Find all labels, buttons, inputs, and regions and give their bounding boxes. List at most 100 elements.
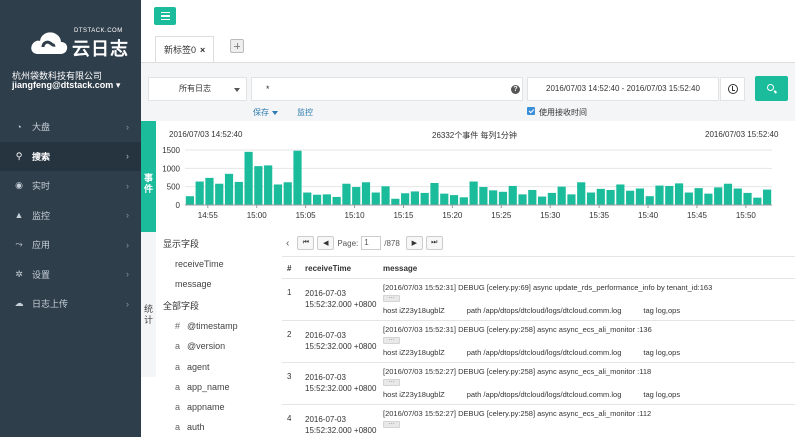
- save-dropdown[interactable]: 保存: [253, 107, 278, 118]
- receive-time-checkbox[interactable]: [527, 107, 535, 115]
- next-page-button[interactable]: ▶: [405, 236, 423, 250]
- bar[interactable]: [361, 182, 371, 205]
- bar[interactable]: [489, 190, 498, 205]
- bar[interactable]: [577, 182, 586, 205]
- bar[interactable]: [401, 193, 410, 205]
- bar[interactable]: [626, 190, 635, 205]
- bar[interactable]: [567, 194, 576, 205]
- bar[interactable]: [498, 191, 508, 205]
- sidebar-item[interactable]: ◔ 大盘 ›: [0, 112, 141, 142]
- bar[interactable]: [763, 189, 772, 205]
- bar[interactable]: [714, 187, 723, 205]
- search-button[interactable]: [755, 76, 788, 101]
- field-item[interactable]: a agent: [175, 362, 210, 372]
- bar[interactable]: [469, 181, 478, 205]
- bar[interactable]: [518, 194, 527, 205]
- stats-tab[interactable]: 统计: [141, 232, 156, 377]
- logo[interactable]: DTSTACK.COM 云日志: [30, 28, 130, 60]
- bar[interactable]: [733, 188, 742, 206]
- shown-field-item[interactable]: message: [175, 279, 212, 289]
- expand-button[interactable]: ···: [383, 295, 400, 302]
- bar[interactable]: [283, 182, 292, 205]
- bar[interactable]: [449, 195, 459, 205]
- bar[interactable]: [743, 192, 752, 205]
- account-menu[interactable]: jiangfeng@dtstack.com ▾: [12, 80, 120, 91]
- bar[interactable]: [479, 187, 488, 205]
- bar[interactable]: [224, 173, 234, 205]
- bar[interactable]: [254, 166, 263, 205]
- events-tab[interactable]: 事件: [141, 121, 156, 232]
- bar[interactable]: [704, 193, 713, 205]
- bar[interactable]: [753, 197, 762, 205]
- bar[interactable]: [391, 198, 400, 205]
- bar[interactable]: [674, 183, 684, 205]
- bar[interactable]: [322, 194, 331, 205]
- bar[interactable]: [547, 192, 556, 205]
- events-histogram[interactable]: 0 500 1000 1500 14:55 15:00 15:05 15:10 15:15 15:…: [156, 140, 780, 228]
- last-page-button[interactable]: ⏭: [425, 236, 443, 250]
- bar[interactable]: [420, 192, 429, 205]
- bar[interactable]: [205, 177, 214, 205]
- bar[interactable]: [440, 193, 449, 205]
- col-header-message[interactable]: message: [383, 264, 417, 273]
- bar[interactable]: [312, 194, 322, 205]
- table-row[interactable]: 4 2016-07-03 15:52:32.000 +0800 [2016/07/…: [282, 405, 795, 437]
- bar[interactable]: [430, 183, 439, 205]
- expand-button[interactable]: ···: [383, 379, 400, 386]
- bar[interactable]: [694, 188, 703, 205]
- bar[interactable]: [234, 181, 243, 205]
- time-range-picker[interactable]: 2016/07/03 14:52:40 - 2016/07/03 15:52:4…: [527, 77, 719, 101]
- prev-page-button[interactable]: ◀: [317, 236, 335, 250]
- sidebar-item[interactable]: ⤳ 应用 ›: [0, 230, 141, 260]
- add-tab-button[interactable]: [230, 39, 244, 53]
- time-picker-button[interactable]: [720, 77, 745, 101]
- table-row[interactable]: 1 2016-07-03 15:52:32.000 +0800 [2016/07/…: [282, 279, 795, 321]
- sidebar-item[interactable]: ◉ 实时 ›: [0, 171, 141, 201]
- bar[interactable]: [410, 191, 419, 205]
- bar[interactable]: [528, 189, 537, 205]
- bar[interactable]: [645, 196, 654, 205]
- bar[interactable]: [381, 186, 390, 205]
- bar[interactable]: [557, 186, 566, 205]
- field-item[interactable]: a auth: [175, 422, 205, 432]
- col-header-receive-time[interactable]: receiveTime: [305, 264, 351, 273]
- field-item[interactable]: a appname: [175, 402, 225, 412]
- bar[interactable]: [352, 187, 361, 205]
- expand-button[interactable]: ···: [383, 337, 400, 344]
- bar[interactable]: [635, 188, 645, 206]
- page-input[interactable]: 1: [361, 236, 382, 250]
- bar[interactable]: [684, 192, 693, 205]
- table-row[interactable]: 3 2016-07-03 15:52:32.000 +0800 [2016/07/…: [282, 363, 795, 405]
- bar[interactable]: [332, 196, 341, 205]
- bar[interactable]: [459, 197, 468, 205]
- tab-new-tab-0[interactable]: 新标签0 ×: [155, 36, 215, 62]
- bar[interactable]: [616, 184, 625, 205]
- sidebar-item[interactable]: ☁ 日志上传 ›: [0, 289, 141, 319]
- bar[interactable]: [586, 192, 596, 205]
- bar[interactable]: [264, 165, 273, 205]
- field-item[interactable]: # @timestamp: [175, 321, 238, 331]
- first-page-button[interactable]: ⏮: [297, 236, 315, 250]
- collapse-icon[interactable]: ‹: [286, 238, 289, 249]
- close-icon[interactable]: ×: [200, 45, 205, 55]
- menu-toggle-button[interactable]: [154, 7, 176, 25]
- monitor-link[interactable]: 监控: [297, 107, 313, 118]
- bar[interactable]: [371, 192, 380, 205]
- bar[interactable]: [655, 185, 664, 205]
- sidebar-item[interactable]: ▲ 监控 ›: [0, 201, 141, 231]
- bar[interactable]: [596, 188, 605, 205]
- table-row[interactable]: 2 2016-07-03 15:52:32.000 +0800 [2016/07/…: [282, 321, 795, 363]
- shown-field-item[interactable]: receiveTime: [175, 259, 224, 269]
- field-item[interactable]: a @version: [175, 341, 225, 351]
- bar[interactable]: [273, 184, 283, 205]
- help-icon[interactable]: ?: [511, 85, 520, 94]
- bar[interactable]: [665, 185, 674, 205]
- log-source-select[interactable]: 所有日志: [148, 77, 247, 101]
- bar[interactable]: [293, 150, 302, 205]
- bar[interactable]: [244, 151, 253, 205]
- expand-button[interactable]: ···: [383, 421, 400, 428]
- bar[interactable]: [215, 183, 224, 205]
- query-input[interactable]: *: [251, 77, 523, 101]
- bar[interactable]: [508, 185, 517, 205]
- field-item[interactable]: a app_name: [175, 382, 230, 392]
